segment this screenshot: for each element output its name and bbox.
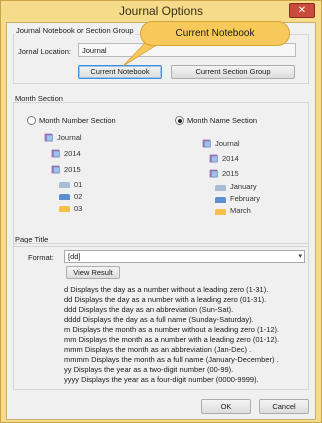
format-help-line: m Displays the month as a number without… [64, 325, 280, 334]
tree-section-label: February [230, 194, 261, 203]
close-button[interactable]: ✕ [289, 3, 315, 18]
chevron-down-icon[interactable]: ▾ [298, 252, 302, 260]
ok-button[interactable]: OK [201, 399, 251, 414]
tree-notebook-label: Journal [57, 133, 82, 142]
tree-section-label: 03 [74, 204, 83, 213]
section-group-icon [209, 154, 218, 163]
tree-section-label: 02 [74, 192, 83, 201]
section-tab-icon [59, 194, 70, 200]
tree-year-label: 2015 [222, 169, 239, 178]
section-group-icon [51, 165, 60, 174]
month-name-radio-label[interactable]: Month Name Section [187, 116, 257, 125]
journal-options-dialog: Journal Options ✕ Journal Notebook or Se… [0, 0, 322, 423]
format-label: Format: [28, 253, 54, 262]
format-help-line: ddd Displays the day as an abbreviation … [64, 305, 234, 314]
tree-section-label: March [230, 206, 251, 215]
format-help-line: yyyy Displays the year as a four-digit n… [64, 375, 259, 384]
section-tab-icon [59, 206, 70, 212]
section-tab-icon [215, 197, 226, 203]
format-help-line: mmmm Displays the month as a full name (… [64, 355, 279, 364]
format-help-line: d Displays the day as a number without a… [64, 285, 269, 294]
format-help-line: dddd Displays the day as a full name (Su… [64, 315, 254, 324]
format-help-line: yy Displays the year as a two-digit numb… [64, 365, 234, 374]
format-value: [dd] [68, 252, 81, 261]
dialog-body: Journal Notebook or Section Group Jornal… [6, 22, 316, 420]
section-tab-icon [215, 185, 226, 191]
tree-section-label: January [230, 182, 257, 191]
section-tab-icon [59, 182, 70, 188]
title-bar[interactable]: Journal Options ✕ [1, 1, 321, 21]
format-combobox[interactable]: [dd] ▾ [64, 250, 305, 263]
current-notebook-callout: Current Notebook [140, 21, 290, 46]
current-notebook-button[interactable]: Current Notebook [78, 65, 162, 79]
tree-year-label: 2014 [64, 149, 81, 158]
format-help-line: mmm Displays the month as an abbreviatio… [64, 345, 252, 354]
tree-year-label: 2015 [64, 165, 81, 174]
tree-year-label: 2014 [222, 154, 239, 163]
location-label: Jornal Location: [18, 47, 71, 56]
month-number-radio[interactable] [27, 116, 36, 125]
notebook-group-label: Journal Notebook or Section Group [15, 26, 135, 35]
section-tab-icon [215, 209, 226, 215]
tree-notebook-label: Journal [215, 139, 240, 148]
format-help-line: mm Displays the month as a number with a… [64, 335, 280, 344]
current-section-group-button[interactable]: Current Section Group [171, 65, 295, 79]
section-group-icon [51, 149, 60, 158]
month-number-radio-label[interactable]: Month Number Section [39, 116, 116, 125]
tree-section-label: 01 [74, 180, 83, 189]
notebook-icon [202, 139, 211, 148]
notebook-icon [44, 133, 53, 142]
cancel-button[interactable]: Cancel [259, 399, 309, 414]
month-name-radio[interactable] [175, 116, 184, 125]
format-help-line: dd Displays the day as a number with a l… [64, 295, 267, 304]
view-result-button[interactable]: View Result [66, 266, 120, 279]
window-title: Journal Options [118, 4, 204, 18]
section-group-icon [209, 169, 218, 178]
